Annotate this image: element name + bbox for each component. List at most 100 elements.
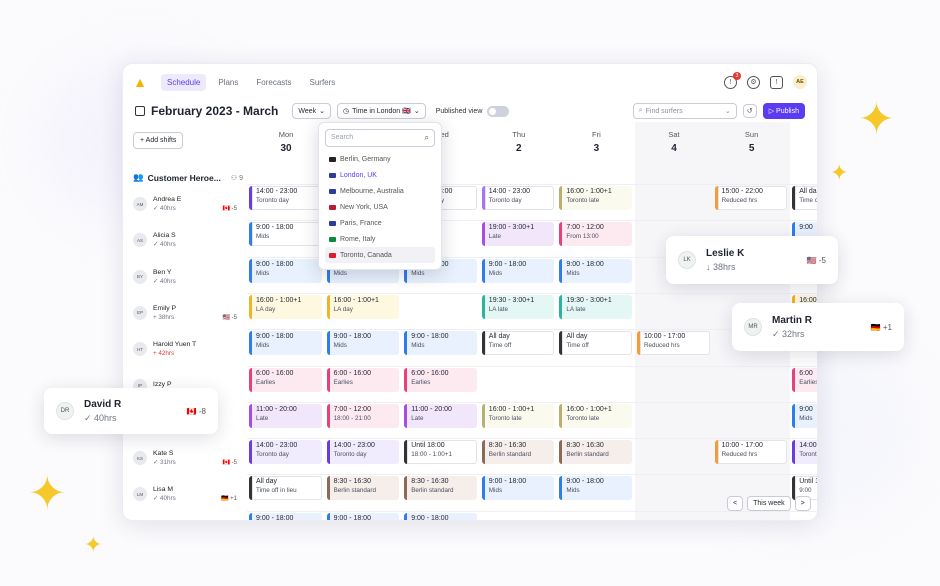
shift-block[interactable]: 9:00 - 18:00Mids	[249, 222, 322, 247]
shift-block[interactable]: 6:00 - 16:00 Earlies	[326, 367, 400, 392]
shift-block[interactable]: 9:00 - 18:00Mids	[481, 258, 555, 283]
publish-button[interactable]: ▷ Publish	[762, 103, 805, 119]
shift-time: 9:00 - 18:00	[566, 478, 604, 486]
shift-block[interactable]: All day Time off in lieu	[249, 476, 322, 501]
shift-block[interactable]: 11:00 - 20:00 Late	[404, 403, 477, 428]
employee-card[interactable]: DR David R ✓ 40hrs 🇨🇦 -8	[44, 388, 218, 434]
toggle-switch[interactable]	[487, 105, 510, 117]
shift-label: 9:00	[799, 487, 812, 495]
avatar: MR	[744, 318, 762, 336]
timezone-offset: 🇨🇦 -5	[222, 460, 237, 467]
history-button[interactable]: ↺	[742, 104, 757, 118]
prev-week-button[interactable]: <	[727, 496, 744, 511]
shift-block[interactable]: 9:00 - 18:00	[249, 512, 322, 520]
shift-block[interactable]: Until 18:00 18:00 - 1:00+1	[404, 440, 477, 465]
shift-block[interactable]: 9:00 - 18:00	[326, 512, 400, 520]
shift-block[interactable]: 9:00 - 18:00Mids	[481, 476, 555, 501]
timezone-select[interactable]: ◷ Time in London 🇬🇧 ⌄	[337, 103, 426, 119]
avatar[interactable]: AE	[793, 75, 807, 89]
shift-time: 14:00 - 23:00	[256, 188, 298, 195]
avatar: LM	[133, 487, 147, 502]
shift-block[interactable]: 8:30 - 16:30 Berlin standard	[326, 476, 400, 501]
avatar: EP	[133, 305, 147, 320]
shift-block[interactable]: All da Time c	[792, 186, 817, 210]
shift-block[interactable]: 14:00 - 23:00Toronto day	[249, 440, 322, 465]
timezone-option[interactable]: Berlin, Germany	[325, 151, 435, 167]
timezone-option[interactable]: Toronto, Canada	[325, 247, 435, 263]
shift-block[interactable]: 14:00Toronto	[792, 440, 817, 465]
employee-row[interactable]: LM Lisa M ✓ 40hrs 🇩🇪 +1	[133, 476, 237, 512]
employee-row[interactable]: AS Alicia S ✓ 40hrs	[133, 222, 237, 258]
top-nav: ▲ Schedule Plans Forecasts Surfers ! 3 ⚙ …	[123, 64, 817, 100]
employee-row[interactable]: BY Ben Y ✓ 40hrs	[133, 259, 237, 295]
shift-block[interactable]: 9:00 - 18:00	[404, 512, 477, 520]
employee-row[interactable]: AM Andrea E ✓ 40hrs 🇨🇦 -5	[133, 186, 237, 222]
timezone-search-input[interactable]: Search ⌕	[325, 129, 435, 147]
timezone-option[interactable]: London, UK	[325, 167, 435, 183]
shift-block[interactable]: 11:00 - 20:00 Late	[249, 403, 322, 428]
shift-block[interactable]: 10:00 - 17:00 Reduced hrs	[714, 440, 788, 465]
employee-card[interactable]: LK Leslie K ↓ 38hrs 🇺🇸 -5	[666, 236, 838, 284]
avatar: DR	[56, 402, 74, 420]
add-shifts-button[interactable]: + Add shifts	[133, 132, 184, 149]
shift-block[interactable]: 9:00 Mids	[792, 403, 817, 428]
shift-block[interactable]: 9:00 - 18:00Mids	[404, 331, 477, 356]
shift-block[interactable]: 14:00 - 23:00Toronto day	[249, 186, 322, 210]
shift-block[interactable]: 19:30 - 3:00+1 LA late	[481, 294, 555, 319]
shift-block[interactable]: 19:00 - 3:00+1 Late	[481, 222, 555, 247]
tab-plans[interactable]: Plans	[212, 74, 244, 91]
shift-block[interactable]: 14:00 - 23:00Toronto day	[326, 440, 400, 465]
shift-block[interactable]: 6:00 - 16:00 Earlies	[249, 367, 322, 392]
shift-block[interactable]: 8:30 - 16:30 Berlin standard	[404, 476, 477, 501]
view-select[interactable]: Week ⌄	[292, 103, 332, 119]
tab-forecasts[interactable]: Forecasts	[250, 74, 297, 91]
shift-block[interactable]: 9:00 - 18:00Mids	[559, 258, 632, 283]
shift-time: 9:00	[799, 405, 813, 413]
message-icon[interactable]: !	[770, 75, 783, 89]
next-week-button[interactable]: >	[794, 496, 811, 511]
timezone-option[interactable]: Paris, France	[325, 215, 435, 231]
shift-block[interactable]: 16:00 - 1:00+1 Toronto late	[559, 186, 632, 210]
team-header[interactable]: 👥 Customer Heroe... ⚇ 9	[133, 172, 243, 183]
gear-icon[interactable]: ⚙	[747, 75, 760, 89]
tab-schedule[interactable]: Schedule	[161, 73, 207, 91]
shift-block[interactable]: 9:00 - 18:00Mids	[249, 258, 322, 283]
shift-block[interactable]: 15:00 - 22:00 Reduced hrs	[714, 186, 788, 210]
shift-block[interactable]: 16:00 - 1:00+1 Toronto late	[481, 403, 555, 428]
employee-row[interactable]: KS Kate S ✓ 31hrs 🇨🇦 -5	[133, 440, 237, 476]
shift-block[interactable]: 16:00 - 1:00+1 LA day	[326, 294, 400, 319]
shift-block[interactable]: All day Time off	[559, 331, 632, 356]
shift-block[interactable]: 16:00 - 1:00+1 Toronto late	[559, 403, 632, 428]
shift-block[interactable]: 8:30 - 16:30 Berlin standard	[481, 440, 555, 465]
employee-row[interactable]: EP Emily P + 38hrs 🇺🇸 -5	[133, 295, 237, 331]
published-view-toggle[interactable]: Published view	[436, 105, 510, 117]
shift-block[interactable]: 7:00 - 12:00 18:00 - 21:00	[326, 403, 400, 428]
employee-card[interactable]: MR Martin R ✓ 32hrs 🇩🇪 +1	[732, 303, 904, 351]
shift-block[interactable]: 14:00 - 23:00Toronto day	[481, 186, 555, 210]
timezone-option[interactable]: Melbourne, Australia	[325, 183, 435, 199]
day-name: Mon	[278, 130, 294, 139]
shift-label: Reduced hrs	[721, 451, 758, 459]
employee-row[interactable]: HT Harold Yuen T + 42hrs	[133, 331, 237, 367]
tab-surfers[interactable]: Surfers	[304, 74, 342, 91]
shift-block[interactable]: 6:00 Earlies	[792, 367, 817, 392]
shift-block[interactable]: 9:00 - 18:00Mids	[249, 331, 322, 356]
this-week-button[interactable]: This week	[747, 496, 791, 511]
shift-block[interactable]: All day Time off	[481, 331, 555, 356]
shift-block[interactable]: 7:00 - 12:00 From 13:00	[559, 222, 632, 247]
shift-block[interactable]: 19:30 - 3:00+1 LA late	[559, 294, 632, 319]
shift-block[interactable]: 10:00 - 17:00 Reduced hrs	[637, 331, 710, 356]
employee-hours: + 42hrs	[153, 350, 175, 358]
shift-block[interactable]: 8:30 - 16:30 Berlin standard	[559, 440, 632, 465]
shift-block[interactable]: 6:00 - 16:00 Earlies	[404, 367, 477, 392]
timezone-option[interactable]: New York, USA	[325, 199, 435, 215]
alert-icon[interactable]: ! 3	[724, 71, 741, 89]
shift-label: Mids	[256, 233, 270, 241]
day-header: Fri 3	[557, 130, 635, 154]
shift-block[interactable]: 16:00 - 1:00+1 LA day	[249, 294, 322, 319]
timezone-option[interactable]: Rome, Italy	[325, 231, 435, 247]
shift-block[interactable]: 9:00 - 18:00Mids	[326, 331, 400, 356]
shift-block[interactable]: 9:00 - 18:00Mids	[559, 476, 632, 501]
timezone-option-label: Melbourne, Australia	[340, 187, 404, 195]
find-surfers-input[interactable]: ⌕ Find surfers ⌄	[632, 103, 737, 119]
